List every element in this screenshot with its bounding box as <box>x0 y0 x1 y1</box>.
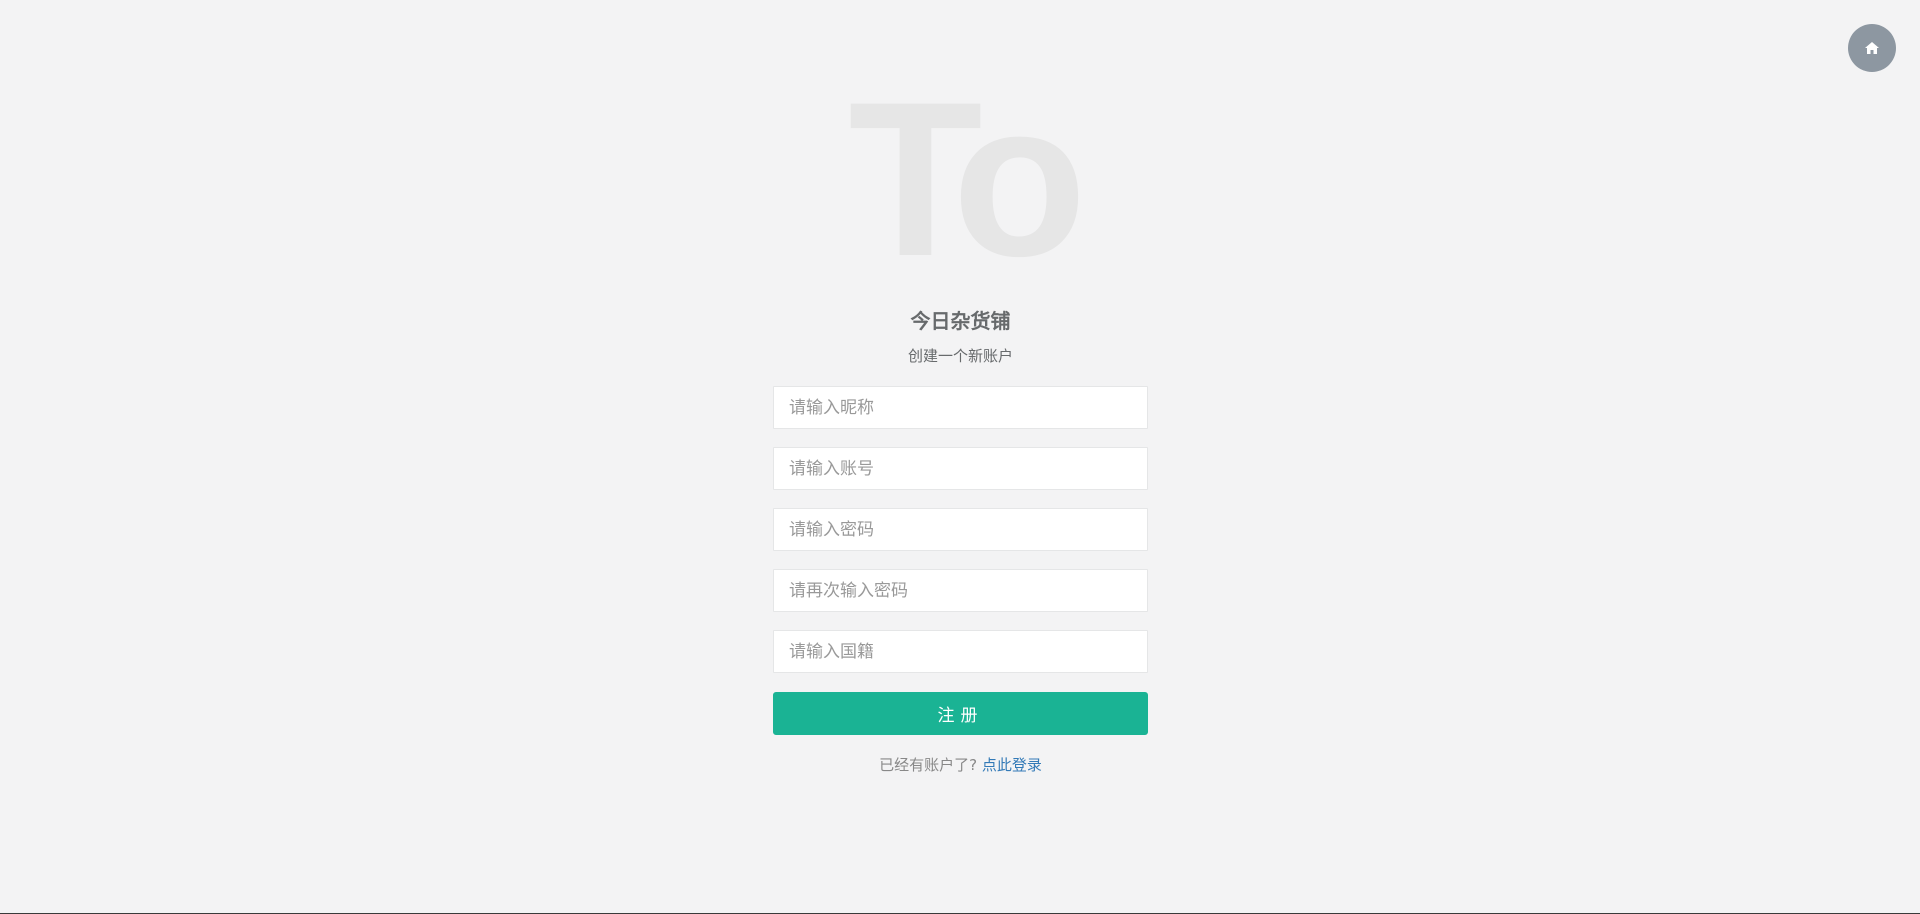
login-prompt: 已经有账户了? 点此登录 <box>773 754 1148 776</box>
login-link[interactable]: 点此登录 <box>982 756 1042 774</box>
account-input[interactable] <box>773 447 1148 490</box>
nickname-input[interactable] <box>773 386 1148 429</box>
nationality-input[interactable] <box>773 630 1148 673</box>
logo: To <box>848 56 1086 302</box>
home-button[interactable] <box>1848 24 1896 72</box>
home-icon <box>1865 42 1879 54</box>
register-button[interactable]: 注册 <box>773 692 1148 735</box>
site-title: 今日杂货铺 <box>910 309 1011 333</box>
login-prompt-text: 已经有账户了? <box>879 756 978 774</box>
password-input[interactable] <box>773 508 1148 551</box>
confirm-password-input[interactable] <box>773 569 1148 612</box>
page-subtitle: 创建一个新账户 <box>907 347 1013 365</box>
